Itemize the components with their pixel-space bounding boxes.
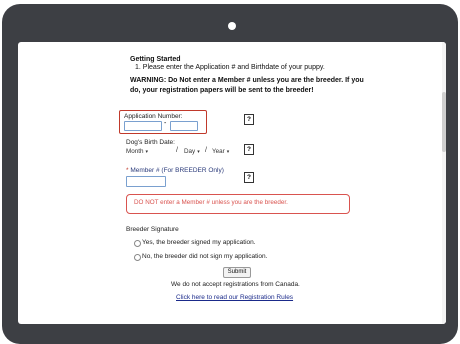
- year-value: Year: [212, 148, 225, 155]
- birth-date-help-button[interactable]: ?: [244, 144, 254, 155]
- application-number-suffix-input[interactable]: [170, 121, 198, 131]
- date-separator: /: [176, 147, 178, 154]
- step-instruction: 1. Please enter the Application # and Bi…: [135, 64, 325, 71]
- webcam: [228, 22, 236, 30]
- member-number-label-text: Member # (For BREEDER Only): [130, 167, 224, 174]
- application-help-button[interactable]: ?: [244, 114, 254, 125]
- breeder-signed-no-radio[interactable]: [134, 254, 141, 261]
- browser-page: Getting Started 1. Please enter the Appl…: [18, 42, 446, 324]
- warning-text: WARNING: Do Not enter a Member # unless …: [130, 77, 364, 94]
- application-number-label: Application Number:: [124, 113, 183, 120]
- chevron-down-icon: ▾: [145, 149, 149, 155]
- application-number-prefix-input[interactable]: [124, 121, 162, 131]
- submit-button[interactable]: Submit: [223, 267, 251, 278]
- laptop-bezel: Getting Started 1. Please enter the Appl…: [2, 4, 458, 344]
- birth-date-label: Dog's Birth Date:: [126, 139, 175, 146]
- day-select[interactable]: Day ▾: [184, 148, 200, 155]
- member-number-input[interactable]: [126, 176, 166, 187]
- scrollbar-thumb[interactable]: [442, 92, 446, 152]
- member-help-button[interactable]: ?: [244, 172, 254, 183]
- breeder-signed-yes-radio[interactable]: [134, 240, 141, 247]
- month-value: Month: [126, 148, 144, 155]
- scrollbar-track[interactable]: [442, 42, 446, 324]
- month-select[interactable]: Month ▾: [126, 148, 148, 155]
- chevron-down-icon: ▾: [226, 149, 230, 155]
- canada-note: We do not accept registrations from Cana…: [171, 281, 300, 288]
- page-heading: Getting Started: [130, 56, 181, 63]
- day-value: Day: [184, 148, 196, 155]
- breeder-signed-no-label: No, the breeder did not sign my applicat…: [142, 253, 268, 260]
- required-marker: *: [126, 167, 129, 174]
- year-select[interactable]: Year ▾: [212, 148, 229, 155]
- application-dash: -: [164, 120, 167, 127]
- date-separator: /: [205, 147, 207, 154]
- breeder-signed-yes-label: Yes, the breeder signed my application.: [142, 239, 256, 246]
- registration-rules-link[interactable]: Click here to read our Registration Rule…: [176, 294, 293, 301]
- chevron-down-icon: ▾: [197, 149, 200, 155]
- error-message: DO NOT enter a Member # unless you are t…: [134, 199, 288, 206]
- breeder-signature-label: Breeder Signature: [126, 226, 179, 233]
- member-number-label: * Member # (For BREEDER Only): [126, 167, 224, 174]
